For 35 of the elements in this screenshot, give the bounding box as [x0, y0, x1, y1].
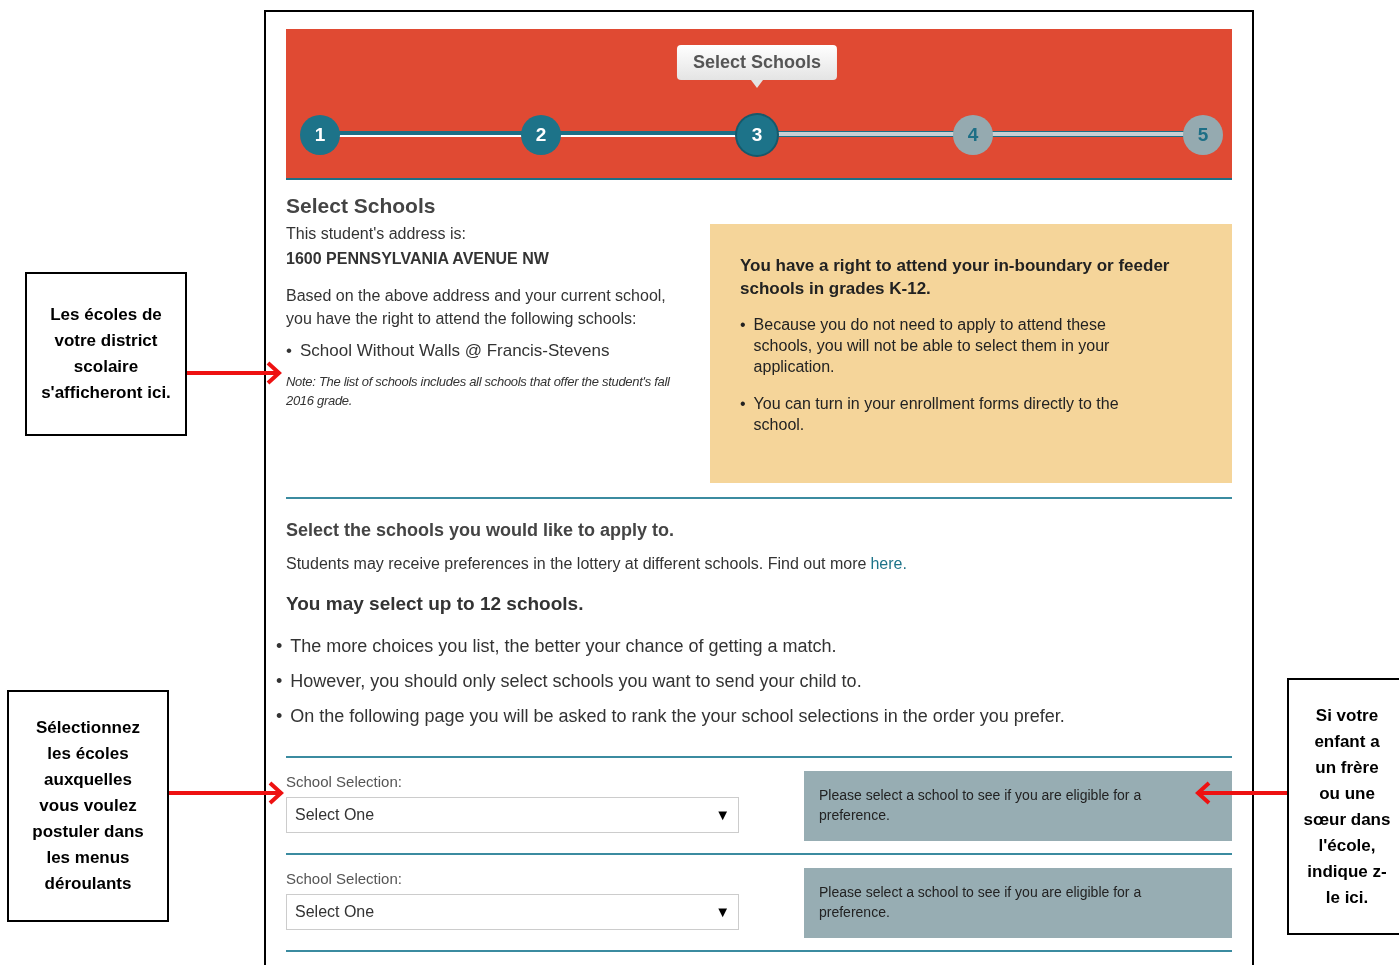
note-text: Note: The list of schools includes all schools that offer the student's fall 2016 grade.	[286, 372, 671, 410]
intro-text: Based on the above address and your current school, you have the right to attend the following schools:	[286, 286, 667, 329]
tip-item: However, you should only select schools you want to send your child to.	[290, 669, 862, 693]
tip-item: The more choices you list, the better your chance of getting a match.	[290, 634, 837, 658]
school-item: School Without Walls @ Francis-Stevens	[299, 340, 610, 362]
address-text: 1600 PENNSYLVANIA AVENUE NW	[286, 249, 550, 269]
annotation-callout: Si votre enfant a un frère ou une sœur dans l'école, indique z-le ici.	[1287, 678, 1399, 935]
bullet-icon: •	[276, 663, 283, 699]
preference-message: Please select a school to see if you are eligible for a preference.	[804, 770, 1232, 841]
school-dropdown[interactable]: Select One ▼	[286, 894, 739, 930]
bullet-icon: •	[276, 698, 283, 734]
address-label: This student's address is:	[286, 224, 468, 244]
info-title: You have a right to attend your in-boundary or feeder schools in grades K-12.	[740, 255, 1171, 300]
school-dropdown[interactable]: Select One ▼	[286, 797, 739, 833]
section-heading: Select the schools you would like to apply to.	[286, 519, 676, 542]
bullet-icon: •	[740, 314, 746, 377]
info-item: You can turn in your enrollment forms directly to the school.	[753, 394, 1120, 435]
tip-item: On the following page you will be asked to rank the your school selections in the order you prefer.	[290, 704, 1065, 728]
bullet-icon: •	[286, 338, 292, 364]
field-label: School Selection:	[286, 771, 403, 792]
dropdown-arrow-icon: ▼	[715, 803, 730, 827]
bullet-icon: •	[276, 628, 283, 664]
bullet-icon: •	[740, 393, 746, 435]
info-text: Students may receive preferences in the lottery at different schools. Find out more	[286, 554, 867, 574]
tooltip-pointer-icon	[751, 80, 763, 88]
field-label: School Selection:	[286, 868, 403, 889]
info-item: Because you do not need to apply to attend these schools, you will not be able to select them in your application.	[753, 315, 1111, 377]
section-title: Select Schools	[286, 193, 437, 219]
annotation-callout: Sélectionnez les écoles auxquelles vous voulez postuler dans les menus déroulants	[7, 690, 169, 922]
select-limit-text: You may select up to 12 schools.	[286, 592, 585, 616]
step-tooltip: Select Schools	[676, 45, 838, 80]
here-link[interactable]: here.	[870, 552, 907, 576]
preference-message: Please select a school to see if you are eligible for a preference.	[804, 867, 1232, 938]
annotation-callout: Les écoles de votre district scolaire s'afficheront ici.	[25, 272, 187, 436]
dropdown-arrow-icon: ▼	[715, 900, 730, 924]
